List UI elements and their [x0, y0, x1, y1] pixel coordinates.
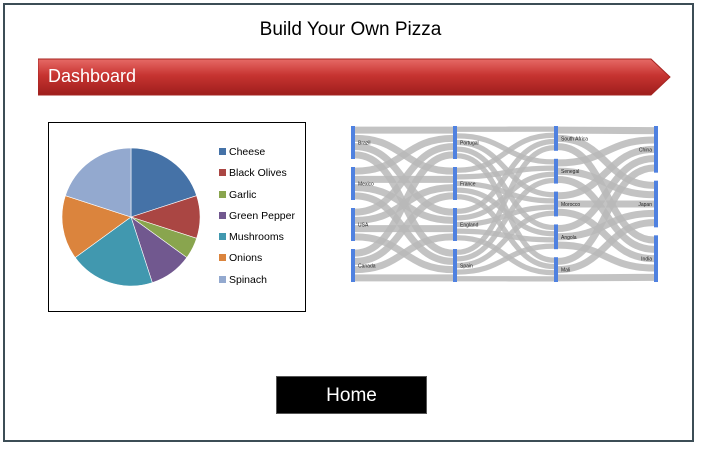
legend-item: Cheese [219, 145, 295, 166]
sankey-node-label: France [460, 182, 476, 188]
legend-swatch [219, 211, 226, 219]
sankey-node-label: Brazil [358, 141, 371, 147]
legend-label: Spinach [229, 273, 267, 286]
legend-item: Green Pepper [219, 209, 295, 230]
sankey-link [557, 273, 655, 282]
legend-item: Garlic [219, 188, 295, 209]
sankey-node-label: Angola [561, 235, 577, 241]
legend-swatch [219, 233, 226, 241]
legend-label: Cheese [229, 146, 266, 158]
legend-item: Spinach [219, 273, 295, 294]
sankey-node-label: Mali [561, 268, 570, 274]
sankey-node-label: India [641, 257, 652, 263]
sankey-node-usa [351, 208, 355, 241]
sankey-chart: Brazil Mexico USA Canada Portugal France Engla… [351, 126, 658, 282]
sankey-node-label: Senegal [561, 169, 579, 175]
sankey-node-senegal [554, 158, 558, 184]
sankey-node-morocco [554, 191, 558, 217]
sankey-link [557, 126, 655, 135]
sankey-node-portugal [453, 126, 457, 159]
sankey-node-india [654, 235, 658, 282]
sankey-node-brazil [351, 126, 355, 159]
sankey-node-japan [654, 180, 658, 228]
legend-item: Onions [219, 251, 295, 272]
home-button[interactable]: Home [276, 376, 427, 414]
sankey-node-label: Mexico [358, 182, 374, 188]
legend-label: Onions [229, 252, 263, 265]
dashboard-banner: Dashboard [38, 58, 672, 96]
sankey-node-label: Japan [638, 202, 652, 208]
pie-chart: Cheese Black Olives Garlic Green Pepper Mush… [48, 122, 306, 312]
sankey-node-label: England [460, 223, 479, 229]
sankey-node-mali [554, 257, 558, 282]
sankey-node-label: Morocco [561, 202, 580, 208]
sankey-node-spain [453, 249, 457, 282]
legend-item: Black Olives [219, 166, 295, 187]
sankey-node-label: South Africa [561, 136, 588, 142]
legend-item: Mushrooms [219, 230, 295, 251]
sankey-node-china [654, 126, 658, 173]
page-title: Build Your Own Pizza [259, 19, 442, 40]
sankey-node-angola [554, 224, 558, 250]
sankey-node-canada [351, 249, 355, 282]
sankey-node-england [453, 208, 457, 241]
pie-svg [61, 147, 201, 287]
sankey-node-france [453, 167, 457, 200]
legend-label: Green Pepper [229, 209, 295, 222]
legend-swatch [219, 169, 226, 177]
legend-label: Garlic [229, 188, 257, 201]
legend-swatch [219, 275, 226, 283]
sankey-node-mexico [351, 167, 355, 200]
legend-swatch [219, 190, 226, 198]
sankey-node-label: Portugal [460, 141, 479, 147]
sankey-node-label: Canada [358, 264, 376, 270]
legend-swatch [219, 254, 226, 262]
sankey-node-label: China [639, 147, 652, 153]
legend-label: Mushrooms [229, 231, 284, 244]
legend-swatch [219, 148, 226, 155]
sankey-links [354, 126, 655, 282]
sankey-node-label: USA [358, 223, 369, 229]
sankey-node-label: Spain [460, 264, 473, 270]
sankey-node-south-africa [554, 126, 558, 151]
legend-label: Black Olives [229, 167, 287, 180]
banner-label: Dashboard [48, 66, 137, 86]
pie-legend: Cheese Black Olives Garlic Green Pepper Mush… [219, 145, 295, 294]
